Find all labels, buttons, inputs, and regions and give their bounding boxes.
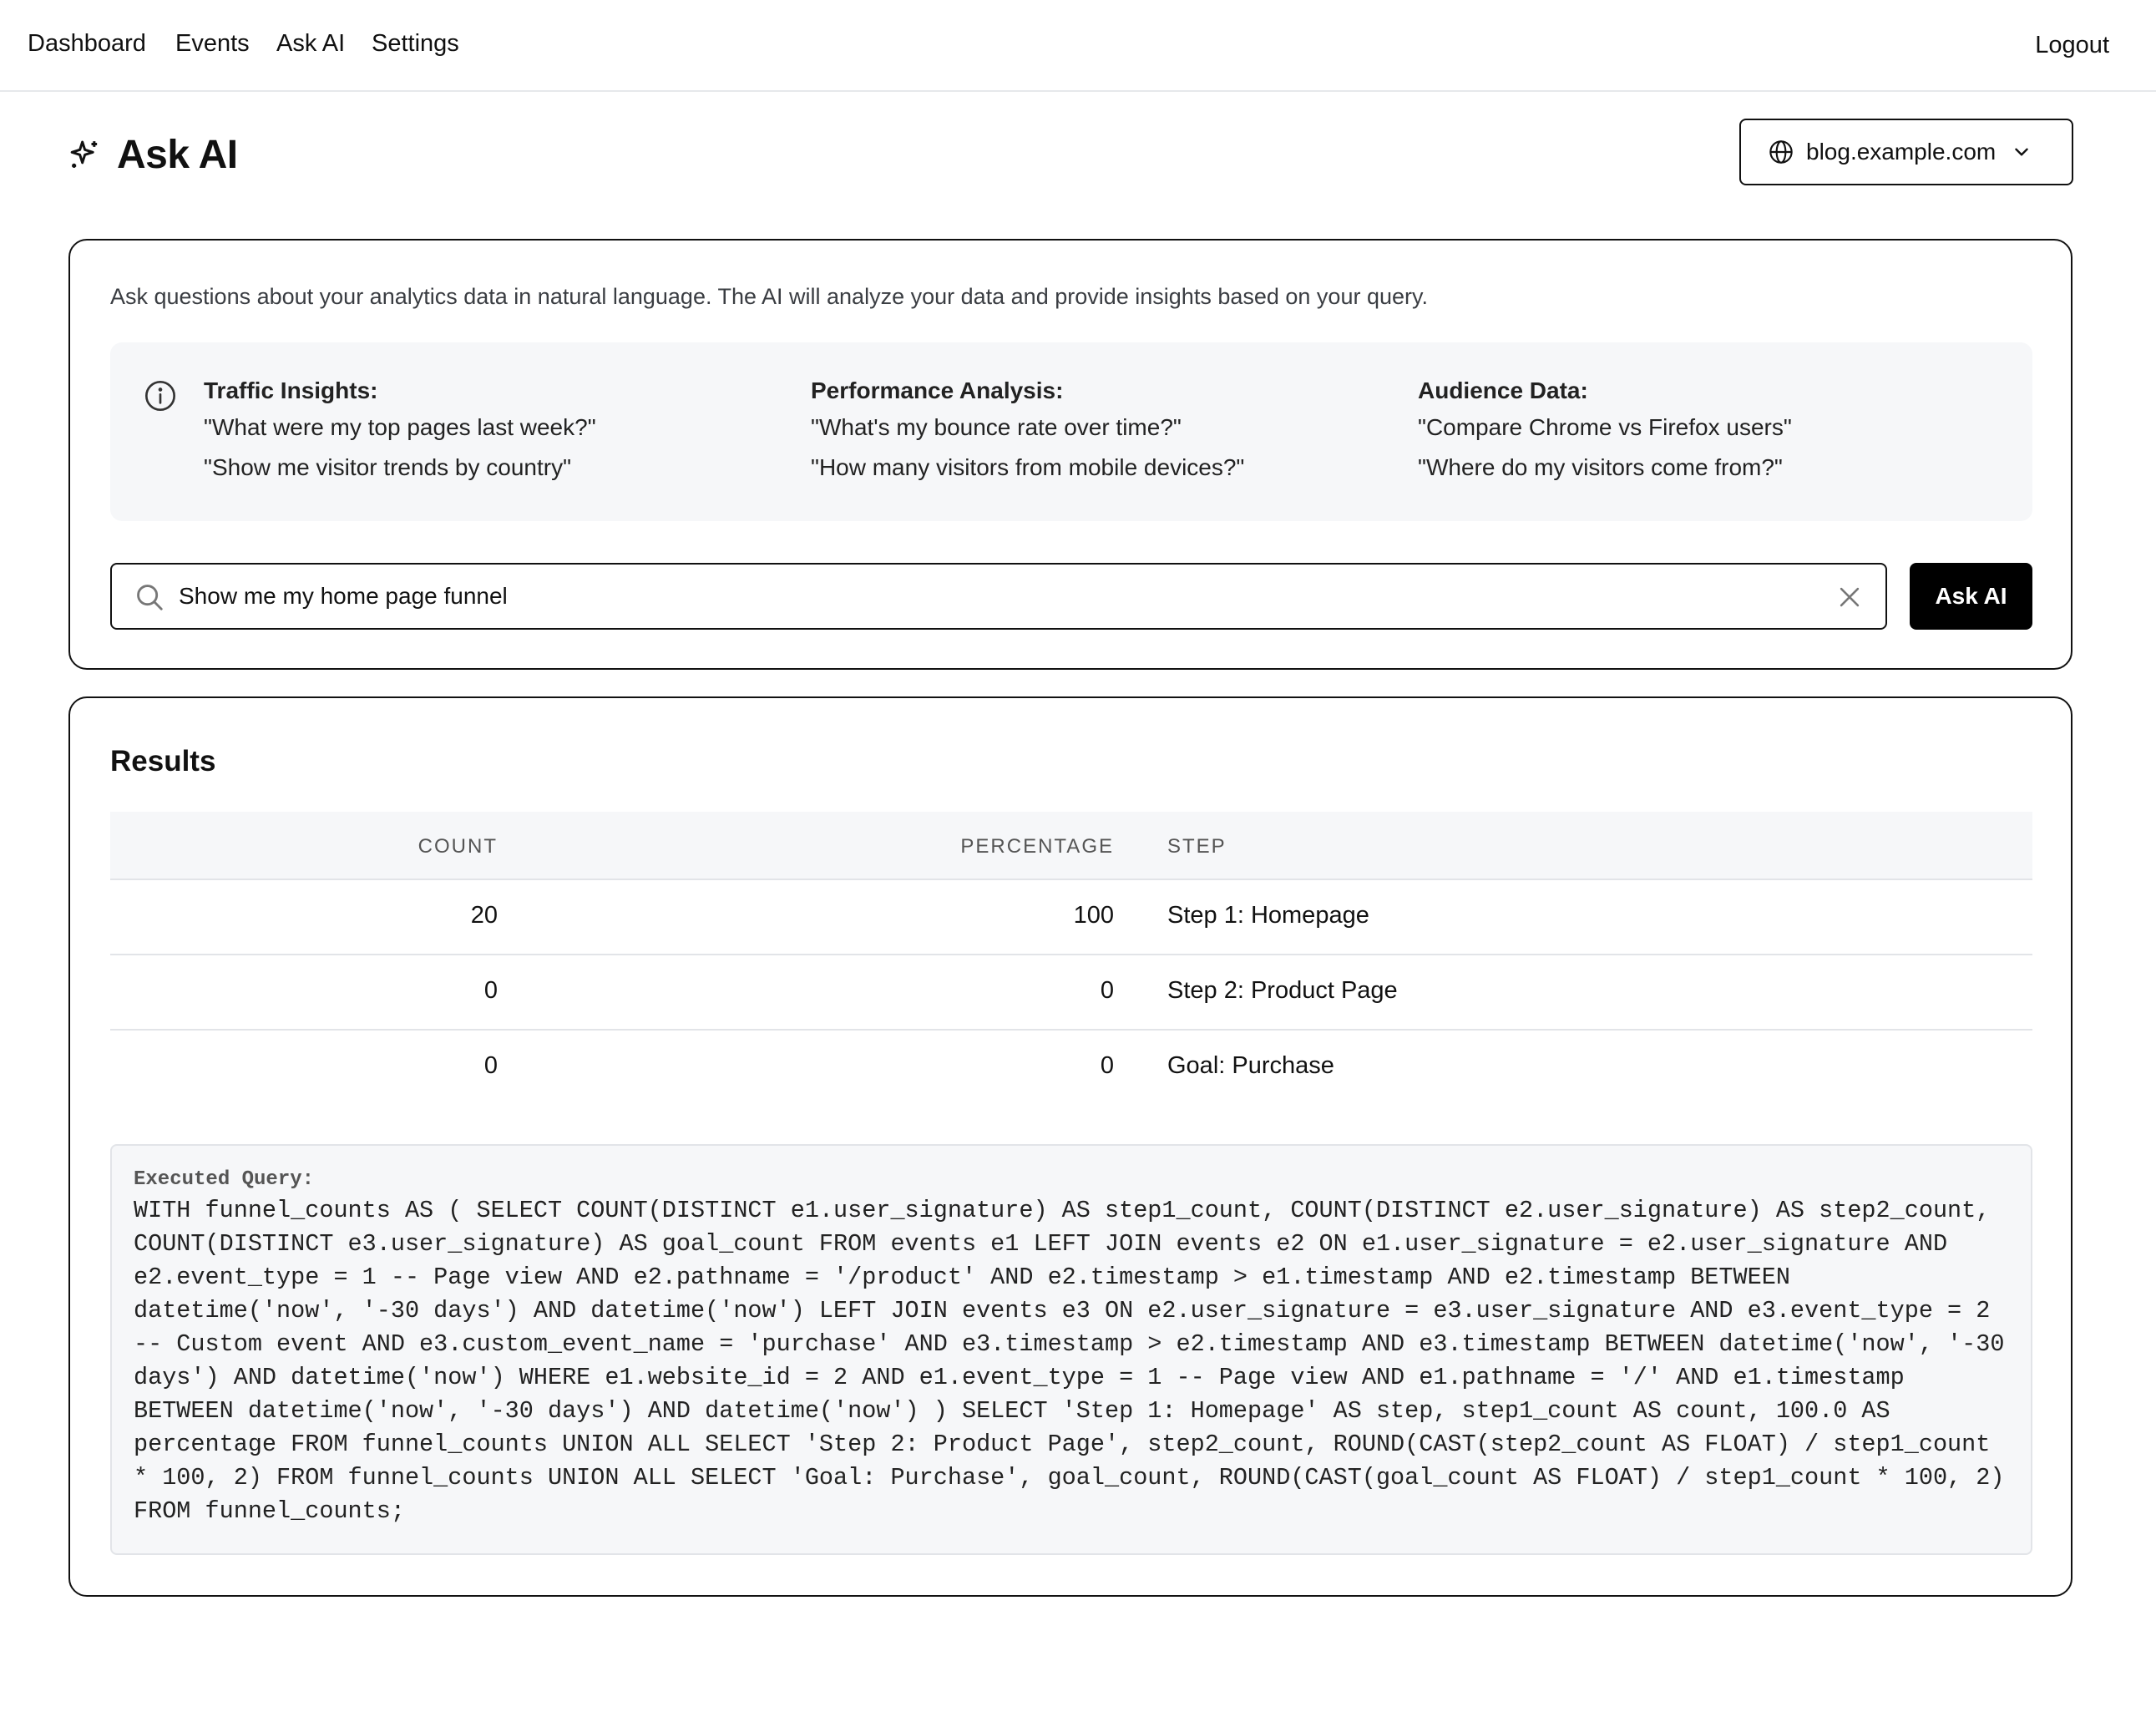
top-nav: Dashboard Events Ask AI Settings Logout <box>0 0 2156 92</box>
example-query[interactable]: "Where do my visitors come from?" <box>1418 448 1792 488</box>
example-group-title: Audience Data: <box>1418 377 1588 403</box>
example-query[interactable]: "Compare Chrome vs Firefox users" <box>1418 408 1792 448</box>
cell-count: 0 <box>483 977 498 1004</box>
example-query[interactable]: "Show me visitor trends by country" <box>204 448 596 488</box>
example-group-title: Traffic Insights: <box>204 377 378 403</box>
example-group-traffic: Traffic Insights: "What were my top page… <box>204 374 596 488</box>
table-row: 0 0 Step 2: Product Page <box>110 955 2032 1031</box>
table-header: COUNT PERCENTAGE STEP <box>110 812 2032 880</box>
executed-query-panel: Executed Query: WITH funnel_counts AS ( … <box>110 1144 2032 1555</box>
chevron-down-icon <box>2015 148 2028 156</box>
ask-description: Ask questions about your analytics data … <box>110 284 1428 309</box>
executed-query-text: WITH funnel_counts AS ( SELECT COUNT(DIS… <box>134 1197 2019 1525</box>
executed-query-label: Executed Query: <box>134 1168 315 1191</box>
search-icon <box>137 585 163 610</box>
column-header-percentage[interactable]: PERCENTAGE <box>960 835 1114 858</box>
column-header-count[interactable]: COUNT <box>418 835 498 858</box>
example-group-title: Performance Analysis: <box>811 377 1064 403</box>
site-selector[interactable]: blog.example.com <box>1739 119 2073 185</box>
example-group-performance: Performance Analysis: "What's my bounce … <box>811 374 1244 488</box>
example-query[interactable]: "How many visitors from mobile devices?" <box>811 448 1244 488</box>
cell-count: 20 <box>470 902 498 929</box>
site-selector-value: blog.example.com <box>1806 139 1997 165</box>
cell-step: Step 1: Homepage <box>1167 902 1369 929</box>
logout-link[interactable]: Logout <box>2035 28 2109 62</box>
cell-step: Goal: Purchase <box>1167 1052 1334 1079</box>
example-queries-panel: Traffic Insights: "What were my top page… <box>110 342 2032 521</box>
clear-icon[interactable] <box>1835 583 1864 611</box>
table-row: 20 100 Step 1: Homepage <box>110 880 2032 955</box>
example-query[interactable]: "What's my bounce rate over time?" <box>811 408 1244 448</box>
results-card: Results COUNT PERCENTAGE STEP 20 100 Ste… <box>68 696 2072 1597</box>
globe-icon <box>1769 140 1793 164</box>
cell-percentage: 100 <box>1073 902 1114 929</box>
cell-step: Step 2: Product Page <box>1167 977 1398 1004</box>
nav-dashboard[interactable]: Dashboard <box>28 27 146 60</box>
cell-percentage: 0 <box>1100 977 1114 1004</box>
ask-ai-button[interactable]: Ask AI <box>1910 563 2032 630</box>
nav-settings[interactable]: Settings <box>372 27 459 60</box>
ask-query-field <box>110 563 1887 630</box>
results-table: COUNT PERCENTAGE STEP 20 100 Step 1: Hom… <box>110 812 2032 1106</box>
column-header-step[interactable]: STEP <box>1167 835 1227 858</box>
page-title: Ask AI <box>117 132 238 177</box>
example-query[interactable]: "What were my top pages last week?" <box>204 408 596 448</box>
results-title: Results <box>110 745 216 777</box>
info-icon <box>145 381 175 411</box>
cell-percentage: 0 <box>1100 1052 1114 1079</box>
table-row: 0 0 Goal: Purchase <box>110 1031 2032 1106</box>
nav-events[interactable]: Events <box>175 27 250 60</box>
example-group-audience: Audience Data: "Compare Chrome vs Firefo… <box>1418 374 1792 488</box>
cell-count: 0 <box>483 1052 498 1079</box>
sparkles-icon <box>70 140 98 168</box>
ask-card: Ask questions about your analytics data … <box>68 239 2072 670</box>
page-header: Ask AI <box>68 125 238 184</box>
nav-ask-ai[interactable]: Ask AI <box>276 27 345 60</box>
ask-query-input[interactable] <box>179 573 1815 620</box>
